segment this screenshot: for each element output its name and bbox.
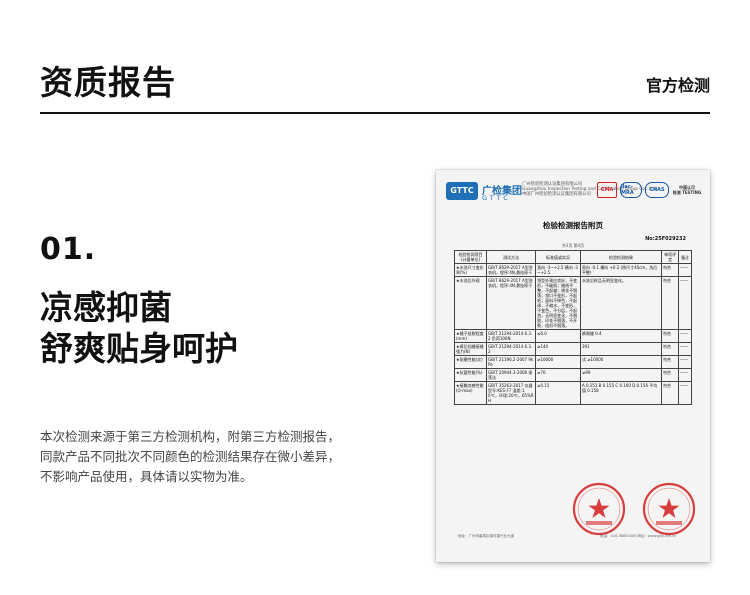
header-divider: [40, 112, 710, 114]
cell-item: ★缝子纰裂程度(mm): [453, 329, 488, 343]
cell-method: GB/T 8629-2017 A型洗衣机，程序:4N,悬挂晾干: [486, 276, 537, 330]
cell-result: ≥99: [579, 368, 663, 382]
cn-mark-bottom: 检测 TESTING: [672, 190, 702, 195]
cell-judgement: 符合: [661, 368, 680, 382]
cell-method: GB/T 21294-2014 6.3.2: [486, 342, 537, 356]
table-header-row: 检验检测项目(计量单位) 测试方法 标准值或实况 检验检测结果 单项评定 备注: [453, 250, 692, 264]
cell-result: 试 ≥10000: [579, 355, 663, 369]
official-seal-2: [642, 482, 696, 536]
cell-method: GB/T 20944.3-2008 振荡法: [486, 368, 537, 382]
cell-note: ——: [678, 263, 692, 277]
cell-judgement: 符合: [661, 329, 680, 343]
cell-note: ——: [678, 381, 692, 405]
report-title: 检验检测报告附页: [543, 221, 603, 230]
table-row: ★接触凉感性能(Q-max) GB/T 35263-2017 仪器型号:KES-…: [453, 381, 692, 405]
test-report-document: GTTC 广检集团 GTTC 广州检验检测认证集团有限公司 Guangzhou …: [436, 170, 710, 562]
cell-note: ——: [678, 355, 692, 369]
table-row: ★水洗后外观 GB/T 8629-2017 A型洗衣机，程序:4N,悬挂晾干 领…: [453, 276, 692, 330]
section-number: 01.: [40, 232, 97, 267]
cell-standard: ≥140: [535, 342, 581, 356]
cma-mark: CMA: [597, 182, 617, 198]
cell-result: 391: [579, 342, 663, 356]
gttc-logo: GTTC 广检集团 GTTC 广州检验检测认证集团有限公司 Guangzhou …: [446, 182, 657, 204]
page-title: 资质报告: [40, 63, 176, 102]
col-header-standard: 标准值或实况: [535, 250, 581, 264]
col-header-note: 备注: [678, 250, 692, 264]
ilac-mark: ilac-MRA: [620, 182, 642, 198]
cell-result: 裤侧缝 0.4: [579, 329, 663, 343]
col-header-method: 测试方法: [486, 250, 537, 264]
report-number: No:25F029232: [645, 236, 686, 242]
cell-standard: ≥0.15: [535, 381, 581, 405]
table-row: ★裤后裆缝接缝强力(N) GB/T 21294-2014 6.3.2 ≥140 …: [453, 342, 692, 356]
table-row: ★耐磨性能(次) GB/T 21196.2-2007 9kPa ≥10000 试…: [453, 355, 692, 369]
logo-mark: GTTC: [446, 182, 478, 200]
cell-judgement: 符合: [661, 355, 680, 369]
accreditation-marks: CMA ilac-MRA CNAS 中国认可 检测 TESTING: [597, 182, 702, 198]
cell-standard: ≤6.0: [535, 329, 581, 343]
cell-result: 直向 -0.1 横向 +0.2 (原尺寸40cm，洗后平整): [579, 263, 663, 277]
cell-standard: 领型外观应良好，不变形，不破损；缝线平整，不起皱；绣花不脱落；领口不变形，不起毛…: [535, 276, 581, 330]
col-header-result: 检验检测结果: [579, 250, 663, 264]
header-tagline: 官方检测: [645, 76, 710, 95]
cell-item: ★接触凉感性能(Q-max): [453, 381, 488, 405]
cell-standard: ≥70: [535, 368, 581, 382]
report-page-info: 共3页 第4页: [561, 243, 585, 248]
footer-contact: 电话：020-38800000 网址：www.gttc.net.cn: [600, 534, 677, 538]
cell-item: ★水洗后外观: [453, 276, 488, 330]
cell-item: ★抗菌性能(%): [453, 368, 488, 382]
footer-address: 地址：广州市番禺区南村镇兴业大道: [458, 534, 514, 538]
cell-standard: ≥10000: [535, 355, 581, 369]
cell-item: ★耐磨性能(次): [453, 355, 488, 369]
col-header-judgement: 单项评定: [661, 250, 680, 264]
col-header-item: 检验检测项目(计量单位): [453, 250, 488, 264]
section-description: 本次检测来源于第三方检测机构，附第三方检测报告， 同款产品不同批次不同颜色的检测…: [40, 427, 380, 487]
cell-item: ★水洗尺寸变化率(%): [453, 263, 488, 277]
cell-item: ★裤后裆缝接缝强力(N): [453, 342, 488, 356]
cell-note: ——: [678, 342, 692, 356]
cell-method: GB/T 21196.2-2007 9kPa: [486, 355, 537, 369]
official-seal-1: [572, 482, 626, 536]
cell-result: 水洗后样品无明显变化。: [579, 276, 663, 330]
cell-result: A 0.151 B 0.155 C 0.160 D 0.156 平均值 0.15…: [579, 381, 663, 405]
cell-judgement: 符合: [661, 263, 680, 277]
china-accreditation-mark: 中国认可 检测 TESTING: [672, 183, 702, 197]
cell-method: GB/T 8629-2017 A型洗衣机，程序:4N,悬挂晾干: [486, 263, 537, 277]
table-row: ★抗菌性能(%) GB/T 20944.3-2008 振荡法 ≥70 ≥99 符…: [453, 368, 692, 382]
cell-note: ——: [678, 368, 692, 382]
cell-judgement: 符合: [661, 276, 680, 330]
cell-method: GB/T 21294-2014 6.3.2 负荷100N: [486, 329, 537, 343]
cell-note: ——: [678, 329, 692, 343]
section-headline-2: 舒爽贴身呵护: [40, 329, 238, 368]
table-row: ★缝子纰裂程度(mm) GB/T 21294-2014 6.3.2 负荷100N…: [453, 329, 692, 343]
cell-judgement: 符合: [661, 381, 680, 405]
cell-standard: 直向 -3~+2.5 横向 -3~+2.5: [535, 263, 581, 277]
test-results-table: 检验检测项目(计量单位) 测试方法 标准值或实况 检验检测结果 单项评定 备注 …: [453, 250, 692, 405]
cell-judgement: 符合: [661, 342, 680, 356]
cell-method: GB/T 35263-2017 仪器型号:KES-F7 温差:10℃，环境:20…: [486, 381, 537, 405]
cnas-mark: CNAS: [645, 182, 669, 198]
cell-note: ——: [678, 276, 692, 330]
table-row: ★水洗尺寸变化率(%) GB/T 8629-2017 A型洗衣机，程序:4N,悬…: [453, 263, 692, 277]
logo-en-name: GTTC: [482, 194, 511, 202]
description-line: 本次检测来源于第三方检测机构，附第三方检测报告，: [40, 429, 341, 444]
description-line: 不影响产品使用，具体请以实物为准。: [40, 469, 253, 484]
description-line: 同款产品不同批次不同颜色的检测结果存在微小差异，: [40, 449, 341, 464]
